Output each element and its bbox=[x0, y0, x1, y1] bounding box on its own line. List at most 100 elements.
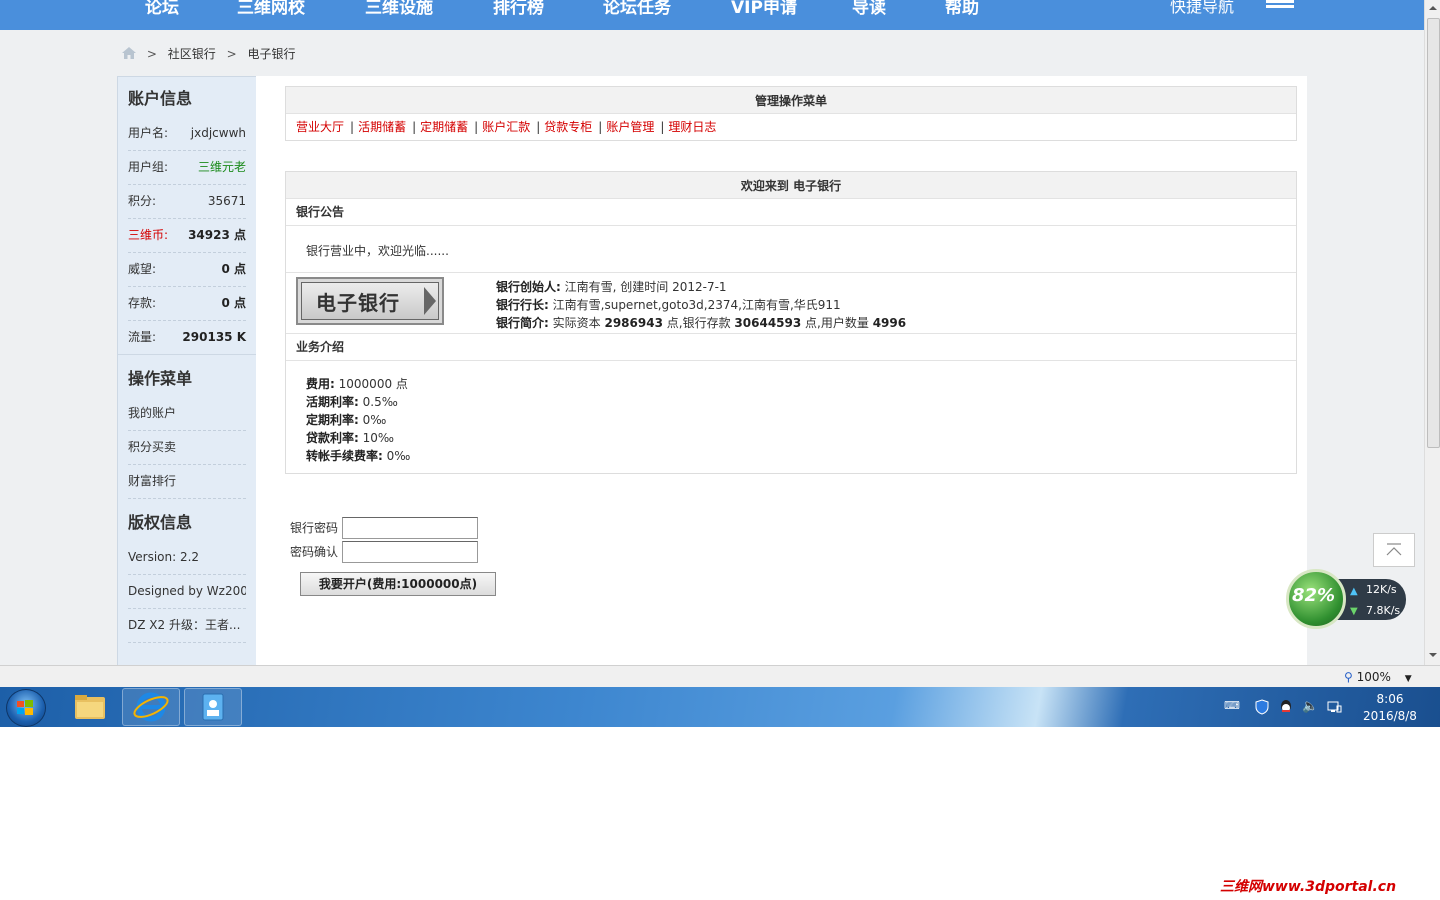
account-info-title: 账户信息 bbox=[128, 89, 193, 108]
account-row-prestige: 威望: 0 点 bbox=[128, 253, 246, 287]
zoom-control[interactable]: ⚲ 100% ▼ bbox=[1344, 670, 1412, 684]
network-icon[interactable] bbox=[1326, 699, 1342, 713]
main-panel: 管理操作菜单 营业大厅 | 活期储蓄 | 定期储蓄 | 账户汇款 | 贷款专柜 | 账户管理 | 理财日… bbox=[256, 76, 1307, 665]
fixed-rate-label: 定期利率: bbox=[306, 413, 359, 427]
password-label: 银行密码 bbox=[290, 520, 339, 535]
link-current-savings[interactable]: 活期储蓄 bbox=[358, 120, 406, 134]
fixed-rate-value: 0‰ bbox=[362, 413, 387, 427]
volume-icon[interactable]: 🔈 bbox=[1302, 699, 1318, 714]
watermark: 三维网www.3dportal.cn bbox=[1220, 879, 1397, 895]
password-field[interactable] bbox=[342, 517, 478, 539]
link-sep: | bbox=[660, 120, 665, 134]
breadcrumb-e-bank[interactable]: 电子银行 bbox=[247, 47, 295, 61]
intro-text: 点,用户数量 bbox=[805, 316, 869, 330]
nav-item-tasks[interactable]: 论坛任务 bbox=[603, 0, 671, 18]
link-finance-log[interactable]: 理财日志 bbox=[668, 120, 716, 134]
browser-status-bar: ⚲ 100% ▼ bbox=[0, 665, 1440, 688]
nav-item-guide[interactable]: 导读 bbox=[852, 0, 886, 18]
scroll-down-icon[interactable] bbox=[1429, 653, 1437, 657]
home-icon[interactable] bbox=[122, 47, 136, 59]
link-account-management[interactable]: 账户管理 bbox=[606, 120, 654, 134]
points-value: 35671 bbox=[207, 194, 246, 208]
bank-logo-text: 电子银行 bbox=[316, 291, 400, 315]
sidebar-item-points-trade[interactable]: 积分买卖 bbox=[128, 431, 246, 465]
taskbar-app[interactable] bbox=[184, 688, 242, 726]
management-menu-box: 管理操作菜单 营业大厅 | 活期储蓄 | 定期储蓄 | 账户汇款 | 贷款专柜 | 账户管理 | 理财日… bbox=[285, 86, 1297, 141]
bank-logo: 电子银行 bbox=[296, 277, 444, 325]
link-fixed-savings[interactable]: 定期储蓄 bbox=[420, 120, 468, 134]
account-row-points: 积分: 35671 bbox=[128, 185, 246, 219]
confirm-row: 密码确认 bbox=[290, 541, 478, 563]
prestige-value: 0 点 bbox=[221, 262, 246, 276]
link-loans[interactable]: 贷款专柜 bbox=[544, 120, 592, 134]
chevron-down-icon[interactable]: ▼ bbox=[1405, 674, 1412, 684]
biz-title: 业务介绍 bbox=[286, 334, 1296, 361]
account-row-deposit: 存款: 0 点 bbox=[128, 287, 246, 321]
link-lobby[interactable]: 营业大厅 bbox=[296, 120, 344, 134]
account-row-group: 用户组: 三维元老 bbox=[128, 151, 246, 185]
sidebar-item-my-account[interactable]: 我的账户 bbox=[128, 397, 246, 431]
open-account-button[interactable]: 我要开户(费用:1000000点) bbox=[300, 572, 496, 596]
scroll-thumb[interactable] bbox=[1427, 18, 1440, 448]
intro-text: 实际资本 bbox=[552, 316, 601, 330]
quick-nav-link[interactable]: 快捷导航 bbox=[1170, 0, 1234, 17]
bank-details: 银行创始人: 江南有雪, 创建时间 2012-7-1 银行行长: 江南有雪,su… bbox=[496, 278, 906, 332]
breadcrumb: > 社区银行 > 电子银行 bbox=[122, 45, 295, 62]
nav-item-ranking[interactable]: 排行榜 bbox=[493, 0, 544, 18]
breadcrumb-community-bank[interactable]: 社区银行 bbox=[168, 47, 216, 61]
scroll-up-icon[interactable] bbox=[1429, 6, 1437, 10]
taskbar-ie[interactable] bbox=[122, 688, 180, 726]
nav-item-help[interactable]: 帮助 bbox=[945, 0, 979, 18]
president-value: 江南有雪,supernet,goto3d,2374,江南有雪,华氏911 bbox=[552, 298, 841, 312]
breadcrumb-sep: > bbox=[146, 47, 157, 61]
id-card-icon bbox=[202, 693, 224, 721]
management-menu-title: 管理操作菜单 bbox=[286, 87, 1296, 114]
password-row: 银行密码 bbox=[290, 517, 478, 539]
qq-icon[interactable] bbox=[1278, 699, 1294, 713]
capital-value: 2986943 bbox=[604, 316, 663, 330]
nav-item-facilities[interactable]: 三维设施 bbox=[365, 0, 433, 18]
loan-rate-value: 10‰ bbox=[362, 431, 395, 445]
link-sep: | bbox=[350, 120, 355, 134]
link-sep: | bbox=[412, 120, 417, 134]
copyright-designer: Designed by Wz200... bbox=[128, 575, 246, 609]
back-to-top-button[interactable] bbox=[1373, 533, 1415, 567]
transfer-fee-label: 转帐手续费率: bbox=[306, 449, 383, 463]
current-rate-value: 0.5‰ bbox=[362, 395, 398, 409]
confirm-password-field[interactable] bbox=[342, 541, 478, 563]
nav-item-vip[interactable]: VIP申请 bbox=[731, 0, 797, 18]
welcome-box: 欢迎来到 电子银行 银行公告 银行营业中，欢迎光临...... 电子银行 银行创… bbox=[285, 171, 1297, 474]
tray-clock[interactable]: 8:06 2016/8/8 bbox=[1360, 691, 1420, 725]
link-sep: | bbox=[536, 120, 541, 134]
row-label: 用户名: bbox=[128, 126, 169, 140]
keyboard-icon[interactable]: ⌨ bbox=[1224, 699, 1240, 713]
nav-item-forum[interactable]: 论坛 bbox=[145, 0, 179, 18]
row-label: 积分: bbox=[128, 194, 157, 208]
link-remittance[interactable]: 账户汇款 bbox=[482, 120, 530, 134]
nav-item-school[interactable]: 三维网校 bbox=[237, 0, 305, 18]
account-row-traffic: 流量: 290135 K bbox=[128, 321, 246, 354]
browser-viewport: 论坛 三维网校 三维设施 排行榜 论坛任务 VIP申请 导读 帮助 快捷导航 >… bbox=[0, 0, 1424, 665]
taskbar: ⌨ 🔈 8:06 2016/8/8 bbox=[0, 687, 1440, 727]
vertical-scrollbar[interactable] bbox=[1424, 0, 1440, 665]
traffic-value: 290135 K bbox=[182, 330, 246, 344]
zoom-level: 100% bbox=[1356, 670, 1391, 684]
user-count-value: 4996 bbox=[872, 316, 907, 330]
sidebar: 账户信息 用户名: jxdjcwwh 用户组: 三维元老 积分: 35671 三… bbox=[117, 76, 256, 665]
menu-icon[interactable] bbox=[1266, 0, 1294, 8]
taskbar-explorer[interactable] bbox=[62, 688, 118, 724]
row-label: 流量: bbox=[128, 330, 157, 344]
upload-arrow-icon: ▲ bbox=[1350, 586, 1358, 597]
windows-logo-icon bbox=[17, 700, 33, 715]
network-speed-widget[interactable]: 82% ▲ 12K/s ▼ 7.8K/s bbox=[1286, 569, 1406, 629]
username-value: jxdjcwwh bbox=[190, 126, 246, 140]
divider bbox=[118, 354, 256, 355]
download-speed: 7.8K/s bbox=[1366, 604, 1401, 617]
sidebar-item-wealth-rank[interactable]: 财富排行 bbox=[128, 465, 246, 499]
menu-title: 操作菜单 bbox=[128, 369, 193, 388]
start-button[interactable] bbox=[6, 689, 46, 727]
download-arrow-icon: ▼ bbox=[1350, 606, 1358, 617]
shield-icon[interactable] bbox=[1254, 699, 1270, 715]
notice-title: 银行公告 bbox=[286, 199, 1296, 226]
transfer-fee-value: 0‰ bbox=[386, 449, 411, 463]
